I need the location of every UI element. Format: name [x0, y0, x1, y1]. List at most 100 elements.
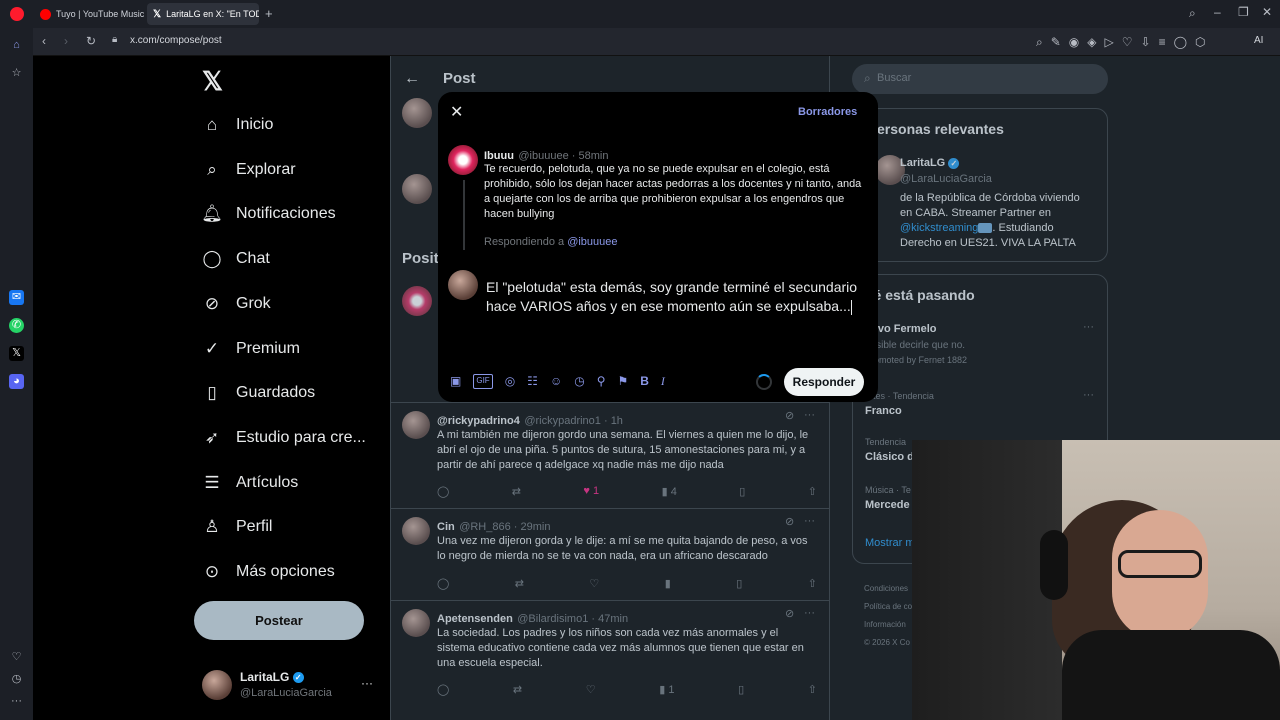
x-logo-icon: 𝕏 [153, 8, 162, 20]
text-cursor [850, 299, 852, 315]
minimize-icon[interactable]: – [1214, 5, 1221, 19]
glasses [1118, 550, 1202, 578]
nav-item-label: Notificaciones [236, 205, 336, 223]
emoji-icon[interactable]: ☺ [550, 374, 562, 389]
thread-line [463, 180, 465, 250]
address-bar: ‹ › ↻ 🔒︎ x.com/compose/post ⌕ ✎ ◉ ◈ ▷ ♡ … [0, 28, 1280, 56]
avatar [448, 270, 478, 300]
new-tab-icon[interactable]: + [265, 6, 273, 21]
nav-item-label: Grok [236, 294, 271, 312]
x-logo[interactable]: 𝕏 [202, 66, 223, 97]
bell-icon: 🔔︎ [201, 204, 223, 224]
more-sidebar-icon[interactable]: ··· [9, 694, 24, 709]
extensions-icon[interactable]: ⬡ [1195, 35, 1205, 50]
post-button[interactable]: Postear [194, 601, 364, 640]
replying-handle-link[interactable]: @ibuuuee [567, 236, 617, 248]
account-name: LaritaLG ✓ [240, 670, 304, 684]
play-icon[interactable]: ▷ [1105, 35, 1114, 50]
heart-icon[interactable]: ♡ [1122, 35, 1133, 50]
bold-icon[interactable]: B [640, 374, 649, 389]
headphones [1040, 530, 1068, 600]
search-tabs-icon[interactable]: ⌕ [1189, 6, 1196, 21]
nav-item-label: Premium [236, 339, 301, 357]
nav-item-artículos[interactable]: ☰ Artículos [202, 468, 298, 498]
article-icon: ☰ [204, 472, 220, 492]
nav-item-notificaciones[interactable]: 🔔︎ Notificaciones [201, 199, 336, 229]
grok-icon: ⊘ [204, 293, 220, 313]
nav-item-premium[interactable]: ✓ Premium [202, 334, 300, 364]
x-sidebar-icon[interactable]: 𝕏 [9, 346, 24, 361]
home-sidebar-icon[interactable]: ⌂ [9, 38, 24, 53]
person-icon: ♙ [204, 517, 220, 537]
italic-icon[interactable]: I [661, 374, 665, 389]
chat-icon: ◯ [202, 249, 222, 269]
original-post-text: Te recuerdo, pelotuda, que ya no se pued… [484, 163, 862, 220]
original-author-name: Ibuuu [484, 150, 514, 162]
image-icon[interactable]: ▣ [450, 374, 461, 389]
shield-icon[interactable]: ◈ [1087, 35, 1096, 50]
profile-icon[interactable]: ◯ [1174, 35, 1187, 50]
nav-item-explorar[interactable]: ⌕ Explorar [202, 155, 296, 185]
gif-icon[interactable]: GIF [473, 374, 493, 389]
camera-icon[interactable]: ◉ [1069, 35, 1079, 50]
bookmark-icon: ▯ [207, 383, 217, 403]
nav-item-guardados[interactable]: ▯ Guardados [202, 378, 315, 408]
nav-item-más[interactable]: ⊙ Más opciones [202, 557, 335, 587]
drafts-button[interactable]: Borradores [798, 106, 857, 118]
verified-badge-icon: ✓ [292, 672, 304, 684]
shirt [1062, 630, 1280, 720]
tab-youtube-music[interactable]: Tuyo | YouTube Music [34, 3, 144, 25]
account-switcher[interactable]: LaritaLG ✓ @LaraLuciaGarcia ··· [194, 664, 384, 708]
nav-item-label: Más opciones [236, 563, 335, 580]
forward-icon[interactable]: › [64, 34, 68, 48]
whatsapp-icon[interactable]: ✆ [9, 318, 24, 333]
close-icon[interactable]: ✕ [450, 102, 463, 122]
star-icon[interactable]: ☆ [9, 66, 24, 81]
nav-item-estudio[interactable]: ➶ Estudio para cre... [202, 423, 366, 453]
discord-icon[interactable]: ◕ [9, 374, 24, 389]
url-field[interactable]: x.com/compose/post [130, 35, 222, 46]
ai-button[interactable]: AI [1254, 35, 1263, 46]
grok-icon[interactable]: ◎ [505, 374, 515, 389]
poll-icon[interactable]: ☷ [527, 374, 538, 389]
account-name-text: LaritaLG [240, 670, 290, 684]
account-handle: @LaraLuciaGarcia [240, 687, 332, 699]
menu-icon[interactable]: ≡ [1159, 35, 1166, 50]
location-icon[interactable]: ⚲ [597, 374, 606, 389]
opera-logo-icon[interactable] [10, 7, 24, 21]
nav-item-grok[interactable]: ⊘ Grok [202, 289, 271, 319]
avatar [202, 670, 232, 700]
lock-icon: 🔒︎ [112, 34, 118, 45]
nav-item-label: Guardados [236, 384, 316, 402]
replying-to: Respondiendo a @ibuuuee [484, 236, 618, 248]
home-icon: ⌂ [206, 115, 218, 134]
flag-icon[interactable]: ⚑ [617, 374, 628, 389]
reply-textarea[interactable]: El "pelotuda" esta demás, soy grande ter… [486, 278, 870, 316]
edit-icon[interactable]: ✎ [1051, 35, 1061, 50]
heart-sidebar-icon[interactable]: ♡ [9, 650, 24, 665]
reload-icon[interactable]: ↻ [86, 34, 96, 48]
maximize-icon[interactable]: ❐ [1238, 5, 1249, 19]
search-icon: ⌕ [207, 159, 217, 179]
nav-item-perfil[interactable]: ♙ Perfil [202, 512, 272, 542]
messenger-icon[interactable]: ✉ [9, 290, 24, 305]
nav-item-label: Artículos [236, 473, 299, 491]
nav-item-label: Explorar [236, 160, 296, 178]
back-icon[interactable]: ‹ [42, 34, 46, 48]
close-window-icon[interactable]: ✕ [1262, 5, 1272, 19]
original-author-handle: @ibuuuee · 58min [518, 150, 609, 162]
replying-prefix: Respondiendo a [484, 236, 568, 248]
nav-item-label: Chat [236, 250, 270, 268]
schedule-icon[interactable]: ◷ [574, 374, 584, 389]
reply-button[interactable]: Responder [784, 368, 864, 396]
nav-item-label: Inicio [236, 116, 274, 133]
zoom-icon[interactable]: ⌕ [1036, 35, 1043, 50]
tab-x[interactable]: 𝕏 LaritaLG en X: "En TODAS [147, 3, 259, 25]
account-more-icon[interactable]: ··· [361, 676, 373, 690]
character-count-ring [756, 374, 772, 390]
nav-item-label: Estudio para cre... [236, 428, 366, 446]
download-icon[interactable]: ⇩ [1141, 35, 1151, 50]
history-icon[interactable]: ◷ [9, 672, 24, 687]
nav-item-inicio[interactable]: ⌂ Inicio [202, 110, 274, 140]
nav-item-chat[interactable]: ◯ Chat [202, 244, 270, 274]
